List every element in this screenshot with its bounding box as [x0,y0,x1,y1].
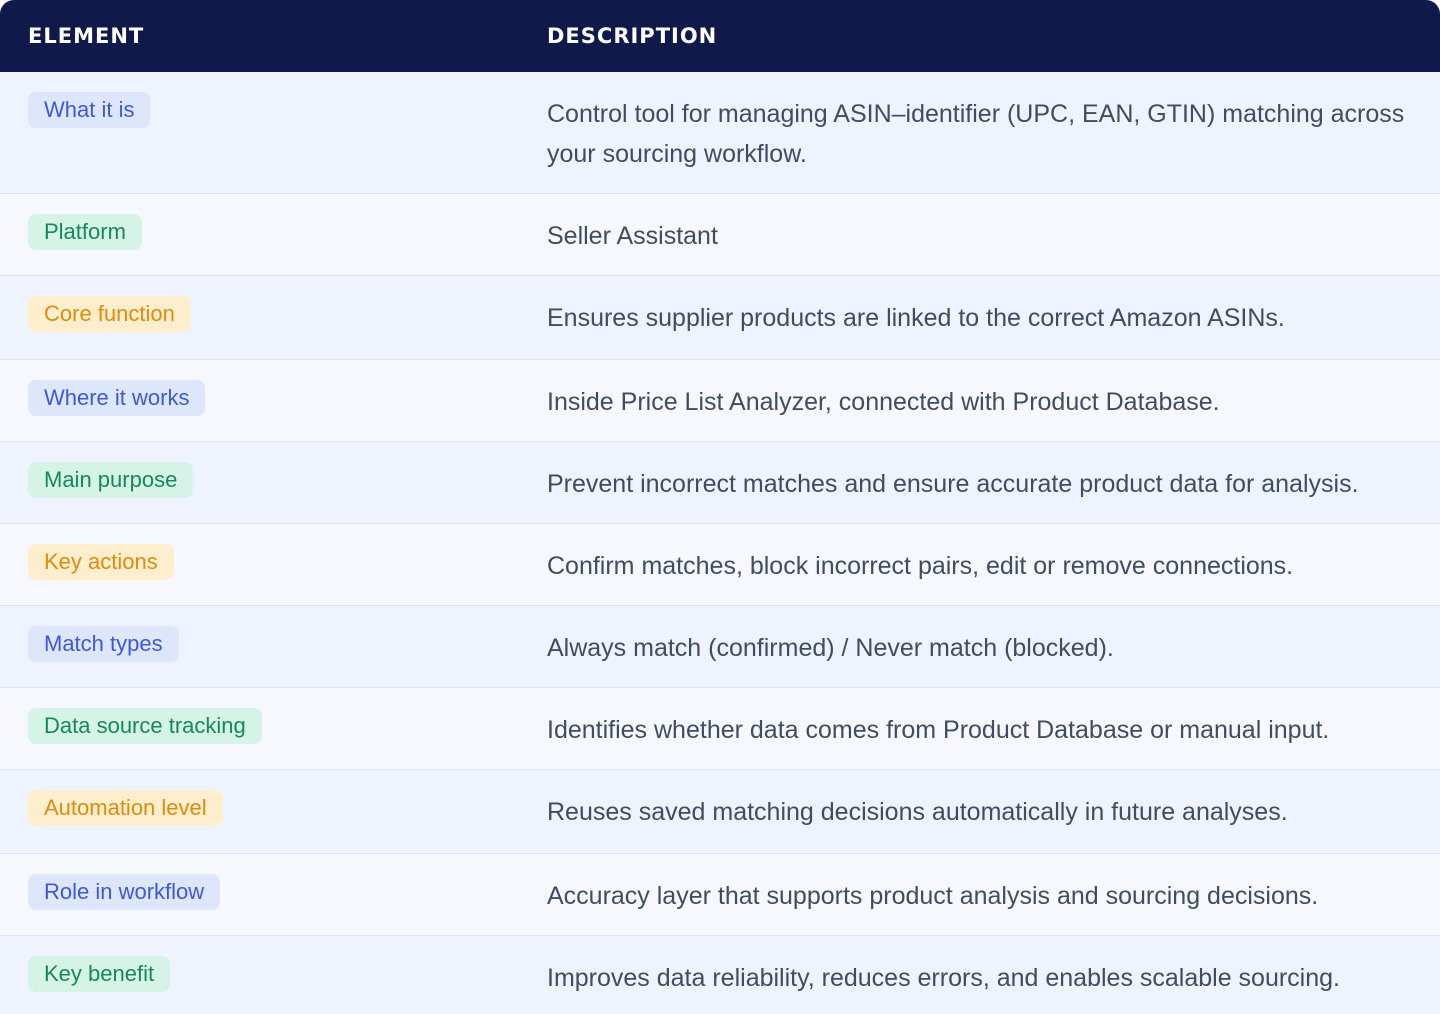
row-description: Prevent incorrect matches and ensure acc… [547,470,1359,498]
row-description: Reuses saved matching decisions automati… [547,798,1288,826]
row-description: Identifies whether data comes from Produ… [547,716,1330,744]
element-tag: Automation level [28,790,223,826]
element-tag: What it is [28,92,151,128]
element-tag: Match types [28,626,179,662]
table-row: Where it works Inside Price List Analyze… [0,360,1440,442]
element-tag: Where it works [28,380,206,416]
table-header: ELEMENT DESCRIPTION [0,0,1440,72]
row-description: Seller Assistant [547,222,718,250]
table-row: Key benefit Improves data reliability, r… [0,936,1440,1014]
table-row: Match types Always match (confirmed) / N… [0,606,1440,688]
column-header-element: ELEMENT [28,24,145,48]
table-row: Core function Ensures supplier products … [0,276,1440,360]
table-row: Data source tracking Identifies whether … [0,688,1440,770]
element-tag: Main purpose [28,462,194,498]
element-tag: Key benefit [28,956,171,992]
table-row: Automation level Reuses saved matching d… [0,770,1440,854]
element-tag: Core function [28,296,191,332]
table-row: Main purpose Prevent incorrect matches a… [0,442,1440,524]
element-tag: Platform [28,214,142,250]
row-description: Control tool for managing ASIN–identifie… [547,100,1405,168]
row-description: Improves data reliability, reduces error… [547,964,1340,992]
element-tag: Key actions [28,544,174,580]
table-row: Role in workflow Accuracy layer that sup… [0,854,1440,936]
table-row: What it is Control tool for managing ASI… [0,72,1440,194]
column-header-description: DESCRIPTION [547,24,718,48]
table-row: Key actions Confirm matches, block incor… [0,524,1440,606]
element-tag: Data source tracking [28,708,262,744]
element-tag: Role in workflow [28,874,221,910]
table-row: Platform Seller Assistant [0,194,1440,276]
row-description: Always match (confirmed) / Never match (… [547,634,1114,662]
feature-table: ELEMENT DESCRIPTION What it is Control t… [0,0,1440,1014]
row-description: Inside Price List Analyzer, connected wi… [547,388,1220,416]
row-description: Accuracy layer that supports product ana… [547,882,1319,910]
row-description: Ensures supplier products are linked to … [547,304,1285,332]
row-description: Confirm matches, block incorrect pairs, … [547,552,1294,580]
